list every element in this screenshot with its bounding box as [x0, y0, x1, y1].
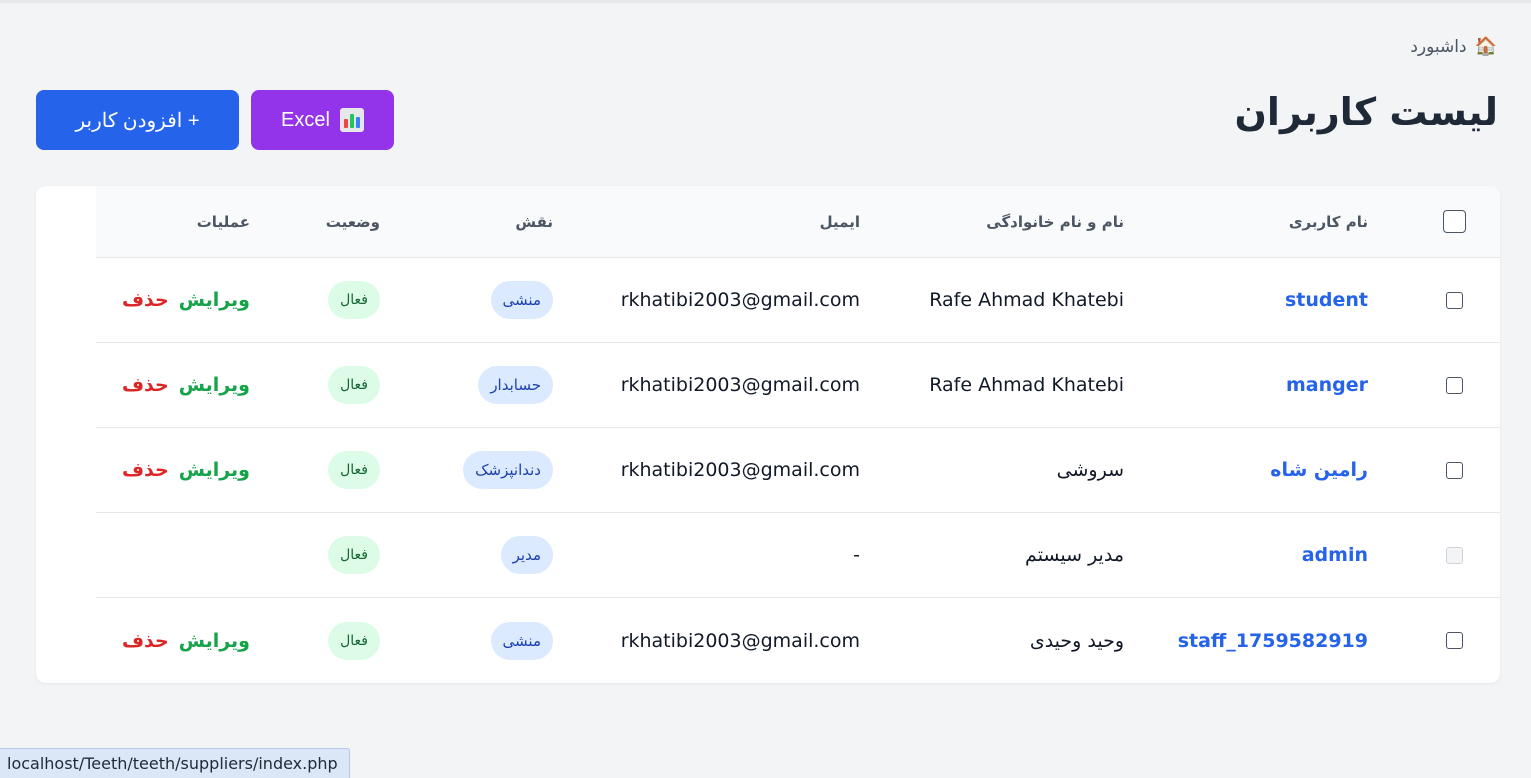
role-badge: منشی: [490, 621, 553, 660]
status-badge: فعال: [328, 281, 380, 319]
role-badge: منشی: [490, 281, 553, 319]
username-link[interactable]: رامین شاه: [1270, 459, 1368, 481]
breadcrumb-dashboard-link[interactable]: داشبورد: [1410, 37, 1466, 57]
fullname-text: مدیر سیستم: [1025, 544, 1124, 566]
page-title: لیست کاربران: [1234, 90, 1498, 134]
username-link[interactable]: student: [1285, 289, 1368, 311]
table-row: رامین شاه سروشی rkhatibi2003@gmail.com دندا…: [96, 428, 1500, 513]
delete-link[interactable]: حذف: [122, 289, 169, 311]
home-icon: 🏠: [1474, 36, 1497, 57]
header-email: ایمیل: [819, 212, 860, 231]
role-badge: حسابدار: [478, 366, 553, 404]
row-checkbox[interactable]: [1445, 291, 1463, 309]
email-text: rkhatibi2003@gmail.com: [620, 629, 860, 652]
breadcrumb[interactable]: 🏠 داشبورد: [1410, 37, 1497, 57]
table-row: admin مدیر سیستم - مدیر فعال: [96, 513, 1500, 598]
status-bar-url: localhost/Teeth/teeth/suppliers/index.ph…: [0, 748, 350, 778]
delete-link[interactable]: حذف: [122, 459, 169, 481]
role-badge: مدیر: [500, 536, 553, 574]
status-badge: فعال: [328, 366, 380, 404]
excel-export-button[interactable]: Excel: [251, 90, 394, 150]
row-checkbox[interactable]: [1445, 376, 1463, 394]
header-role: نقش: [515, 212, 553, 231]
fullname-text: Rafe Ahmad Khatebi: [929, 289, 1124, 311]
edit-link[interactable]: ویرایش: [179, 459, 250, 481]
status-badge: فعال: [328, 621, 380, 660]
fullname-text: وحید وحیدی: [1029, 629, 1124, 652]
table-row: manger Rafe Ahmad Khatebi rkhatibi2003@gma…: [96, 343, 1500, 428]
row-checkbox[interactable]: [1445, 461, 1463, 479]
table-header: نام کاربری نام و نام خانوادگی ایمیل نقش …: [96, 186, 1500, 258]
add-user-label: + افزودن کاربر: [75, 109, 200, 132]
bar-chart-icon: [339, 108, 364, 132]
table-row: staff_1759582919 وحید وحیدی rkhatibi2003@g…: [96, 598, 1500, 683]
table-row: student Rafe Ahmad Khatebi rkhatibi2003@gm…: [96, 258, 1500, 343]
username-link[interactable]: staff_1759582919: [1178, 630, 1368, 652]
fullname-text: سروشی: [1056, 459, 1124, 481]
row-checkbox[interactable]: [1445, 632, 1463, 649]
select-all-checkbox[interactable]: [1442, 210, 1466, 233]
row-checkbox: [1445, 546, 1463, 564]
username-link[interactable]: admin: [1302, 544, 1368, 566]
edit-link[interactable]: ویرایش: [179, 289, 250, 311]
status-badge: فعال: [328, 536, 380, 574]
header-username: نام کاربری: [1288, 212, 1368, 231]
status-badge: فعال: [328, 451, 380, 489]
excel-label: Excel: [281, 108, 330, 131]
edit-link[interactable]: ویرایش: [179, 630, 250, 652]
username-link[interactable]: manger: [1286, 374, 1368, 396]
delete-link[interactable]: حذف: [122, 374, 169, 396]
header-actions: عملیات: [196, 212, 250, 231]
fullname-text: Rafe Ahmad Khatebi: [929, 374, 1124, 396]
edit-link[interactable]: ویرایش: [179, 374, 250, 396]
email-text: -: [853, 544, 860, 566]
header-status: وضعیت: [325, 212, 380, 231]
add-user-button[interactable]: + افزودن کاربر: [36, 90, 239, 150]
role-badge: دندانپزشک: [463, 451, 553, 489]
email-text: rkhatibi2003@gmail.com: [620, 374, 860, 396]
delete-link[interactable]: حذف: [122, 630, 169, 652]
email-text: rkhatibi2003@gmail.com: [620, 289, 860, 311]
header-fullname: نام و نام خانوادگی: [986, 212, 1124, 231]
email-text: rkhatibi2003@gmail.com: [620, 459, 860, 481]
users-table-card: نام کاربری نام و نام خانوادگی ایمیل نقش …: [36, 186, 1500, 683]
top-border: [0, 0, 1531, 3]
